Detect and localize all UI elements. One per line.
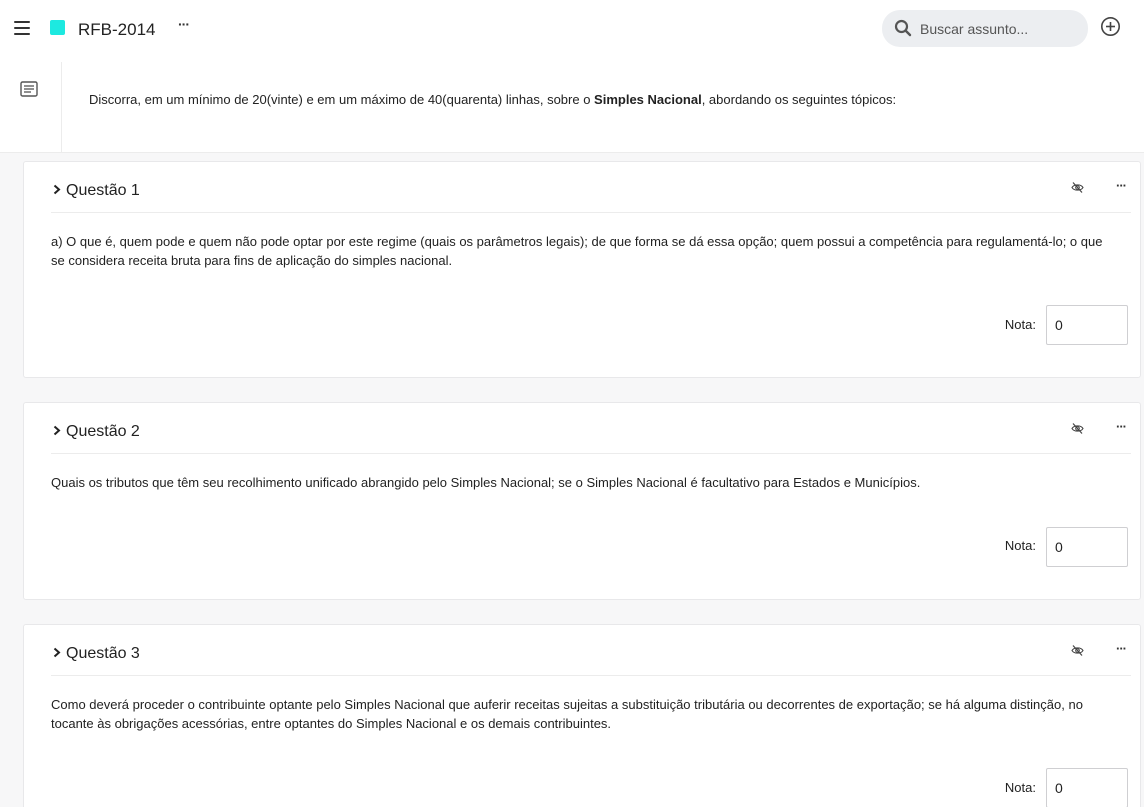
nota-label: Nota: (1004, 317, 1036, 332)
search-input[interactable] (920, 16, 1080, 41)
question-header: Questão 2 ··· (51, 403, 1131, 454)
intro-side-column (0, 62, 62, 153)
eye-off-icon[interactable] (1071, 181, 1084, 194)
question-more-button[interactable]: ··· (1116, 419, 1127, 434)
question-more-button[interactable]: ··· (1116, 178, 1127, 193)
question-text: a) O que é, quem pode e quem não pode op… (51, 234, 1103, 268)
document-title: RFB-2014 (78, 20, 156, 39)
intro-text-bold: Simples Nacional (594, 92, 702, 107)
question-card-1: Questão 1 ··· a) O que é, quem pode e qu… (23, 161, 1141, 378)
intro-text-after: , abordando os seguintes tópicos: (701, 92, 897, 107)
question-header: Questão 1 ··· (51, 162, 1131, 213)
search-box[interactable] (882, 10, 1088, 47)
chevron-right-icon[interactable] (53, 184, 61, 195)
intro-section: Discorra, em um mínimo de 20(vinte) e em… (0, 62, 1144, 153)
question-text: Quais os tributos que têm seu recolhimen… (51, 475, 921, 490)
question-text: Como deverá proceder o contribuinte opta… (51, 697, 1083, 731)
nota-input[interactable] (1046, 768, 1128, 807)
question-title[interactable]: Questão 2 (66, 423, 140, 441)
question-card-3: Questão 3 ··· Como deverá proceder o con… (23, 624, 1141, 807)
intro-text-before: Discorra, em um mínimo de 20(vinte) e em… (89, 92, 595, 107)
eye-off-icon[interactable] (1071, 422, 1084, 435)
plus-circle-icon[interactable] (1100, 16, 1121, 37)
document-more-button[interactable]: ··· (178, 16, 190, 32)
hamburger-menu-icon[interactable] (14, 21, 30, 35)
question-title[interactable]: Questão 1 (66, 182, 140, 200)
intro-text: Discorra, em um mínimo de 20(vinte) e em… (89, 92, 896, 107)
search-icon (894, 19, 912, 37)
document-color-square (50, 20, 65, 35)
question-title[interactable]: Questão 3 (66, 645, 140, 663)
top-bar: RFB-2014 ··· (0, 0, 1144, 62)
chevron-right-icon[interactable] (53, 647, 61, 658)
question-more-button[interactable]: ··· (1116, 641, 1127, 656)
eye-off-icon[interactable] (1071, 644, 1084, 657)
nota-input[interactable] (1046, 305, 1128, 345)
chevron-right-icon[interactable] (53, 425, 61, 436)
nota-label: Nota: (1004, 538, 1036, 553)
notes-icon[interactable] (20, 81, 38, 97)
question-card-2: Questão 2 ··· Quais os tributos que têm … (23, 402, 1141, 600)
question-header: Questão 3 ··· (51, 625, 1131, 676)
nota-label: Nota: (1004, 780, 1036, 795)
nota-input[interactable] (1046, 527, 1128, 567)
